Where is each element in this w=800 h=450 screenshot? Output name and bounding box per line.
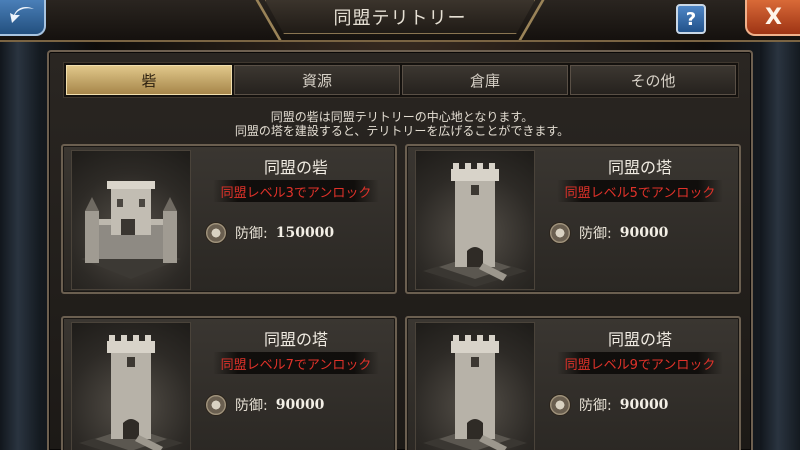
defense-label: 防御: [235,398,268,414]
unlock-requirement: 同盟レベル9でアンロック [557,352,723,374]
defense-label: 防御: [579,226,612,242]
defense-value: 90000 [619,225,669,241]
defense-value: 90000 [619,397,669,413]
building-name: 同盟の塔 [607,158,672,177]
description-line-1: 同盟の砦は同盟テリトリーの中心地となります。 [270,110,534,124]
unlock-requirement: 同盟レベル3でアンロック [213,180,379,202]
defense-value: 90000 [275,397,325,413]
fortress-icon [71,150,191,290]
tower-icon [415,322,535,450]
shield-icon [205,394,227,416]
shield-icon [549,394,571,416]
defense-stat: 防御: 90000 [549,222,668,244]
title-plate: 同盟テリトリー [265,0,535,34]
tab-fortress[interactable]: 砦 [66,65,232,95]
right-pillar [760,30,800,450]
close-button[interactable]: X [745,0,800,36]
building-card-tower-lv7[interactable]: 同盟の塔 同盟レベル7でアンロック 防御: 90000 [61,316,397,450]
defense-stat: 防御: 90000 [205,394,324,416]
defense-label: 防御: [579,398,612,414]
tab-warehouse[interactable]: 倉庫 [402,65,568,95]
window-title: 同盟テリトリー [333,7,467,29]
unlock-requirement: 同盟レベル5でアンロック [557,180,723,202]
defense-stat: 防御: 150000 [205,222,334,244]
category-tabs: 砦 資源 倉庫 その他 [63,62,739,98]
tab-other[interactable]: その他 [570,65,736,95]
shield-icon [205,222,227,244]
building-card-fortress[interactable]: 同盟の砦 同盟レベル3でアンロック 防御: 150000 [61,144,397,294]
back-button[interactable] [0,0,46,36]
description: 同盟の砦は同盟テリトリーの中心地となります。 同盟の塔を建設すると、テリトリーを… [49,110,755,138]
defense-stat: 防御: 90000 [549,394,668,416]
defense-value: 150000 [275,225,335,241]
defense-label: 防御: [235,226,268,242]
description-line-2: 同盟の塔を建設すると、テリトリーを広げることができます。 [234,124,570,138]
unlock-requirement: 同盟レベル7でアンロック [213,352,379,374]
left-pillar [0,30,40,450]
building-card-tower-lv5[interactable]: 同盟の塔 同盟レベル5でアンロック 防御: 90000 [405,144,741,294]
tower-icon [71,322,191,450]
back-arrow-icon [8,5,36,29]
building-card-tower-lv9[interactable]: 同盟の塔 同盟レベル9でアンロック 防御: 90000 [405,316,741,450]
tower-icon [415,150,535,290]
help-button[interactable]: ? [676,4,706,34]
building-name: 同盟の塔 [263,330,328,349]
shield-icon [549,222,571,244]
territory-panel: 砦 資源 倉庫 その他 同盟の砦は同盟テリトリーの中心地となります。 同盟の塔を… [47,50,753,450]
tab-resources[interactable]: 資源 [234,65,400,95]
building-name: 同盟の砦 [263,158,328,177]
building-name: 同盟の塔 [607,330,672,349]
